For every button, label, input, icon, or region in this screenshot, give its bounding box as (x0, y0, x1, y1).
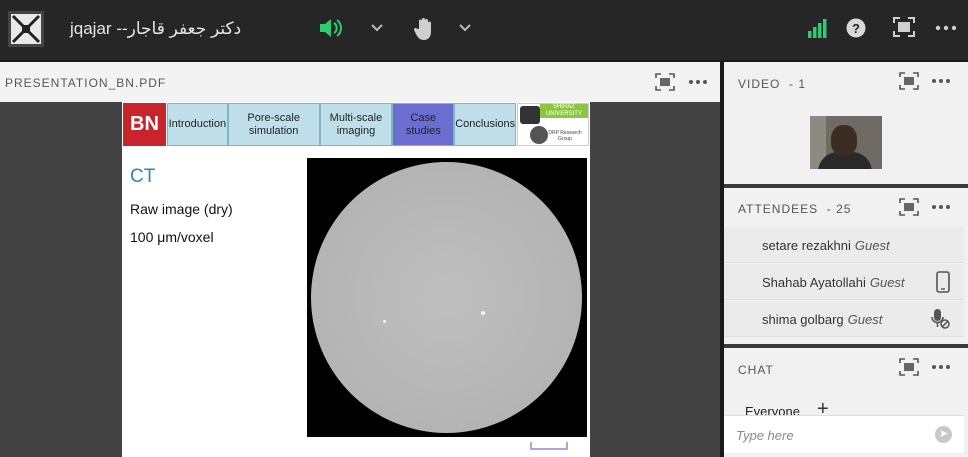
university-seal-icon (520, 106, 541, 124)
presentation-header: PRESENTATION_BN.PDF (0, 62, 720, 102)
video-pod: VIDEO - 1 (724, 62, 968, 184)
slide-nav-conclusions: Conclusions (454, 103, 517, 146)
fullscreen-icon[interactable] (899, 358, 919, 381)
slide-nav-multi-scale: Multi-scale imaging (319, 103, 393, 146)
right-sidebar: VIDEO - 1 ATTENDEES - 25 setare rezakhni… (724, 62, 968, 457)
slide-nav-pore-scale: Pore-scale simulation (227, 103, 320, 146)
attendees-count: - 25 (826, 202, 852, 216)
slide-title: CT (130, 166, 156, 187)
chevron-down-icon[interactable] (458, 17, 472, 45)
university-name: SHIRAZ UNIVERSITY (539, 104, 588, 118)
attendee-row[interactable]: Shahab Ayatollahi Guest (724, 264, 964, 300)
video-header: VIDEO - 1 (738, 77, 806, 91)
chat-input-area: ➤ (724, 415, 964, 453)
mobile-device-icon (936, 271, 950, 298)
more-icon[interactable] (935, 17, 957, 45)
attendee-role: Guest (847, 312, 883, 327)
attendee-name-text: Shahab Ayatollahi (762, 275, 866, 290)
chat-input[interactable] (736, 425, 926, 445)
presentation-pod: PRESENTATION_BN.PDF BN Introduction Pore… (0, 62, 720, 457)
slide-nav-case-studies: Case studies (392, 103, 455, 146)
app-logo-icon[interactable] (8, 11, 44, 47)
attendee-role: Guest (854, 238, 890, 253)
more-icon[interactable] (688, 73, 708, 96)
research-group-name: DRP Research Group (548, 130, 582, 142)
chat-pod: CHAT Everyone + ➤ (724, 348, 968, 457)
speaker-icon[interactable] (318, 17, 342, 45)
help-icon[interactable]: ? (845, 17, 867, 45)
fullscreen-icon[interactable] (899, 72, 919, 95)
attendee-name-text: shima golbarg (762, 312, 844, 327)
ct-bright-spot (481, 311, 485, 315)
more-icon[interactable] (931, 72, 951, 95)
attendee-name: Shahab Ayatollahi Guest (762, 275, 905, 290)
university-logo: SHIRAZ UNIVERSITY DRP Research Group (517, 103, 589, 146)
presentation-slide: BN Introduction Pore-scale simulation Mu… (122, 102, 590, 457)
video-person-head (831, 125, 857, 155)
more-icon[interactable] (931, 198, 951, 221)
ct-scan-image (307, 158, 587, 437)
webcam-video-feed[interactable] (810, 116, 882, 169)
attendee-name: shima golbarg Guest (762, 312, 882, 327)
fullscreen-icon[interactable] (899, 198, 919, 221)
more-icon[interactable] (931, 358, 951, 381)
chevron-down-icon[interactable] (370, 17, 384, 45)
signal-bars-icon (807, 17, 829, 45)
video-count: - 1 (789, 77, 807, 91)
ct-bright-spot (383, 320, 386, 323)
ct-sample-disk (311, 162, 582, 433)
slide-nav-introduction: Introduction (166, 103, 228, 146)
attendees-pod: ATTENDEES - 25 setare rezakhni Guest Shah… (724, 188, 968, 344)
attendee-role: Guest (869, 275, 905, 290)
slide-text-line: 100 μm/voxel (130, 229, 214, 245)
top-bar: دکتر جعفر قاجار-- jqajar ? (0, 0, 968, 60)
mic-muted-icon (930, 308, 950, 335)
presentation-label: PRESENTATION_BN.PDF (5, 76, 167, 90)
attendee-name-text: setare rezakhni (762, 238, 851, 253)
attendees-label: ATTENDEES (738, 202, 819, 216)
slide-text-line: Raw image (dry) (130, 201, 233, 217)
chat-label: CHAT (738, 363, 774, 377)
slide-marker (530, 442, 568, 450)
bn-logo: BN (123, 103, 166, 146)
attendee-row[interactable]: shima golbarg Guest (724, 301, 964, 337)
fullscreen-icon[interactable] (893, 17, 915, 43)
send-icon[interactable]: ➤ (935, 426, 952, 443)
slide-nav-bar: BN Introduction Pore-scale simulation Mu… (122, 102, 590, 147)
hand-raise-icon[interactable] (413, 17, 435, 47)
svg-text:?: ? (852, 21, 860, 36)
meeting-title: دکتر جعفر قاجار-- jqajar (70, 19, 242, 38)
attendees-header: ATTENDEES - 25 (738, 202, 851, 216)
attendee-row[interactable]: setare rezakhni Guest (724, 227, 964, 263)
fullscreen-icon[interactable] (655, 73, 675, 96)
video-label: VIDEO (738, 77, 781, 91)
attendee-name: setare rezakhni Guest (762, 238, 890, 253)
